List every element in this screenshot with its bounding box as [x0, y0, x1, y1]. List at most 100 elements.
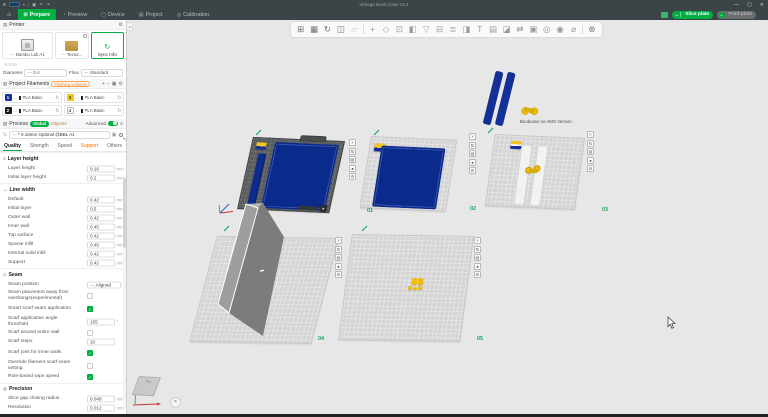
setting-input[interactable]: 0.16 [87, 165, 115, 172]
orient-plate-icon[interactable]: ⇅ [587, 140, 594, 147]
move-icon[interactable]: + [366, 22, 379, 37]
yellow-parts-object[interactable] [408, 278, 428, 291]
delete-plate-icon[interactable]: × [335, 237, 342, 244]
rename-plate-icon[interactable]: ▤ [474, 254, 481, 261]
filament-slot-3[interactable]: 3—PLA Basic↻ [64, 92, 124, 103]
orient-plate-icon[interactable]: ⇅ [349, 148, 356, 155]
diameter-input[interactable]: 0.4 [24, 69, 66, 77]
assemble-icon[interactable]: ▣ [527, 22, 540, 37]
maximize-button[interactable]: ▢ [747, 2, 752, 8]
setting-input[interactable]: 0.45 [87, 223, 115, 230]
orient-plate-icon[interactable]: ⇅ [469, 142, 476, 149]
filament-settings-icon[interactable]: ⚙ [119, 81, 123, 87]
setting-checkbox[interactable] [87, 330, 93, 336]
collapse-panel-icon[interactable]: ◂ [127, 22, 133, 31]
sync-info-button[interactable]: ↻ Sync Info [91, 32, 124, 59]
lay-flat-icon[interactable]: ▽ [420, 22, 433, 37]
arrange-floating-button[interactable]: × [170, 397, 181, 408]
tab-calibration[interactable]: ◎Calibration [170, 9, 217, 20]
layers-icon[interactable]: ≣ [446, 22, 459, 37]
build-plate-5[interactable] [338, 234, 474, 342]
preset-refresh-icon[interactable]: ↻ [3, 132, 7, 138]
split-plate-icon[interactable]: ▱ [348, 22, 361, 37]
rename-plate-icon[interactable]: ▤ [349, 156, 356, 163]
filament-sync-icon[interactable]: ↻ [117, 95, 121, 101]
delete-plate-icon[interactable]: × [349, 139, 356, 146]
setting-checkbox[interactable]: ✓ [87, 306, 93, 312]
auto-orient-icon[interactable]: ↻ [321, 22, 334, 37]
book-cover-object[interactable] [372, 146, 446, 210]
add-filament-icon[interactable]: + [102, 81, 105, 87]
build-plate-3[interactable] [485, 134, 585, 210]
lock-plate-icon[interactable]: ● [349, 165, 356, 172]
process-tab-others[interactable]: Others [106, 141, 123, 151]
setting-checkbox[interactable]: ✓ [87, 350, 93, 356]
build-plate-4[interactable] [189, 236, 339, 344]
text-icon[interactable]: T [473, 22, 486, 37]
rename-plate-icon[interactable]: ▤ [469, 150, 476, 157]
lock-plate-icon[interactable]: ● [587, 157, 594, 164]
scope-global-button[interactable]: Global [30, 121, 49, 127]
arrange-icon[interactable]: ◫ [334, 22, 347, 37]
plate-settings-icon[interactable]: ⚙ [469, 167, 476, 174]
home-icon[interactable]: ⌂ [0, 12, 18, 18]
filament-slot-2[interactable]: 2—PLA Basic↻ [2, 105, 62, 116]
delete-plate-icon[interactable]: × [469, 133, 476, 140]
setting-checkbox[interactable]: ✓ [87, 374, 93, 380]
camera-icon[interactable] [661, 12, 668, 18]
preset-save-icon[interactable]: ▣ [112, 132, 117, 138]
process-tab-strength[interactable]: Strength [29, 141, 50, 151]
mirror-icon[interactable]: ◧ [406, 22, 419, 37]
flushing-volumes-button[interactable]: Flushing volumes [51, 81, 90, 87]
plate-1-handle[interactable] [300, 135, 327, 142]
process-tab-support[interactable]: Support [80, 141, 100, 151]
delete-plate-icon[interactable]: × [587, 131, 594, 138]
lock-plate-icon[interactable]: ● [469, 159, 476, 166]
build-plate-2[interactable] [360, 136, 457, 212]
printer-card[interactable]: Bambu Lab A1 [2, 32, 53, 59]
mesh-edit-icon[interactable]: ◪ [500, 22, 513, 37]
setting-input[interactable]: 0.42 [87, 214, 115, 221]
erase-icon[interactable]: ⌀ [567, 22, 580, 37]
plate-settings-icon[interactable]: ⚙ [335, 271, 342, 278]
tab-prepare[interactable]: ⊞Prepare [18, 9, 56, 20]
filament-slot-4[interactable]: 4—PLA Basic↻ [64, 105, 124, 116]
plate-settings-icon[interactable]: ⚙ [587, 165, 594, 172]
setting-input[interactable]: 0.42 [87, 232, 115, 239]
color-swatch-object[interactable] [255, 142, 267, 149]
setting-input[interactable]: 0.42 [87, 259, 115, 266]
slice-dropdown-icon[interactable]: ⌄ [672, 12, 681, 17]
setting-input[interactable]: 0.5 [87, 205, 115, 212]
filament-slot-1[interactable]: 1—PLA Basic↻ [2, 92, 62, 103]
setting-input[interactable]: 0.42 [87, 250, 115, 257]
viewport-3d[interactable]: ◂ ⊞▦↻◫▱+◇⊡◧▽⊟≣◨T▤◪⇄▣◎◉⌀⊛ ▸ [127, 20, 768, 414]
orient-plate-icon[interactable]: ⇅ [474, 246, 481, 253]
variable-layer-icon[interactable]: ▤ [486, 22, 499, 37]
lock-plate-icon[interactable]: ● [474, 263, 481, 270]
close-button[interactable]: ✕ [760, 2, 764, 8]
setting-dropdown[interactable]: Aligned [87, 281, 121, 288]
advanced-toggle[interactable] [108, 121, 118, 127]
flow-input[interactable]: Standard [81, 69, 123, 77]
tab-preview[interactable]: ◔Preview [56, 9, 95, 20]
setting-input[interactable]: 155 [87, 318, 115, 325]
view-gizmo[interactable]: Top [132, 376, 161, 396]
sync-icon[interactable]: ⇄ [513, 22, 526, 37]
settings-scrollbar[interactable] [123, 176, 126, 408]
slice-plate-button[interactable]: ⌄ Slice plate [672, 11, 713, 19]
cut-icon[interactable]: ⊟ [433, 22, 446, 37]
tab-device[interactable]: ▢Device [94, 9, 132, 20]
setting-input[interactable]: 10 [87, 339, 115, 346]
setting-checkbox[interactable] [87, 363, 93, 369]
orient-plate-icon[interactable]: ⇅ [335, 246, 342, 253]
plate-type-card[interactable]: i Textur... [55, 32, 88, 59]
filament-sync-icon[interactable]: ↻ [55, 95, 59, 101]
setting-input[interactable]: 0.2 [87, 174, 115, 181]
preset-dropdown[interactable]: * 0.16mm Optimal @BBL A1 [9, 131, 110, 139]
build-plate-1[interactable]: ▸ [237, 137, 345, 213]
setting-input[interactable]: 0.42 [87, 196, 115, 203]
delete-plate-icon[interactable]: × [474, 237, 481, 244]
fill2-icon[interactable]: ◉ [553, 22, 566, 37]
plate-settings-icon[interactable]: ⚙ [474, 271, 481, 278]
scope-objects-button[interactable]: Objects [51, 121, 67, 126]
